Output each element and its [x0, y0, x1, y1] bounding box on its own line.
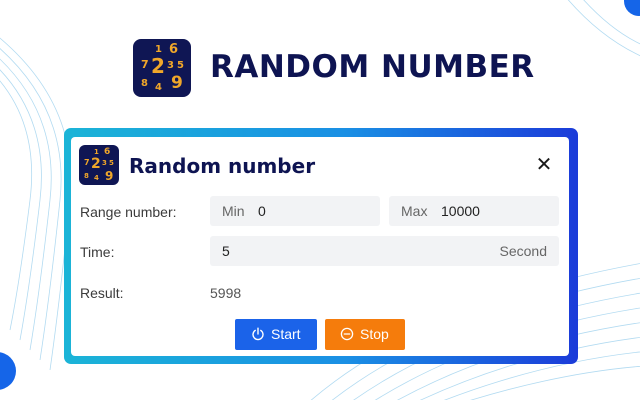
start-button[interactable]: Start [235, 319, 317, 350]
stop-label: Stop [360, 326, 389, 342]
result-value: 5998 [210, 285, 242, 301]
max-prefix: Max [401, 203, 428, 219]
time-input[interactable]: 5 Second [210, 236, 559, 266]
dialog-title: Random number [129, 154, 316, 178]
decorative-circle [624, 0, 640, 16]
app-logo: 1 6 7 2 3 5 8 4 9 [133, 39, 191, 97]
dialog-logo: 1 6 7 2 3 5 8 4 9 [79, 145, 119, 185]
decorative-circle [0, 352, 16, 390]
max-input[interactable]: Max 10000 [389, 196, 559, 226]
time-value: 5 [222, 243, 230, 259]
minus-circle-icon [340, 327, 354, 341]
hero-title: RANDOM NUMBER [210, 49, 535, 85]
min-prefix: Min [222, 203, 245, 219]
result-label: Result: [80, 285, 124, 301]
min-input[interactable]: Min 0 [210, 196, 380, 226]
stop-button[interactable]: Stop [325, 319, 405, 350]
range-label: Range number: [80, 204, 177, 220]
time-label: Time: [80, 244, 115, 260]
min-value: 0 [258, 203, 266, 219]
power-icon [252, 327, 264, 341]
start-label: Start [271, 326, 301, 342]
close-icon[interactable]: ✕ [534, 154, 554, 176]
time-unit: Second [499, 243, 547, 259]
max-value: 10000 [441, 203, 480, 219]
